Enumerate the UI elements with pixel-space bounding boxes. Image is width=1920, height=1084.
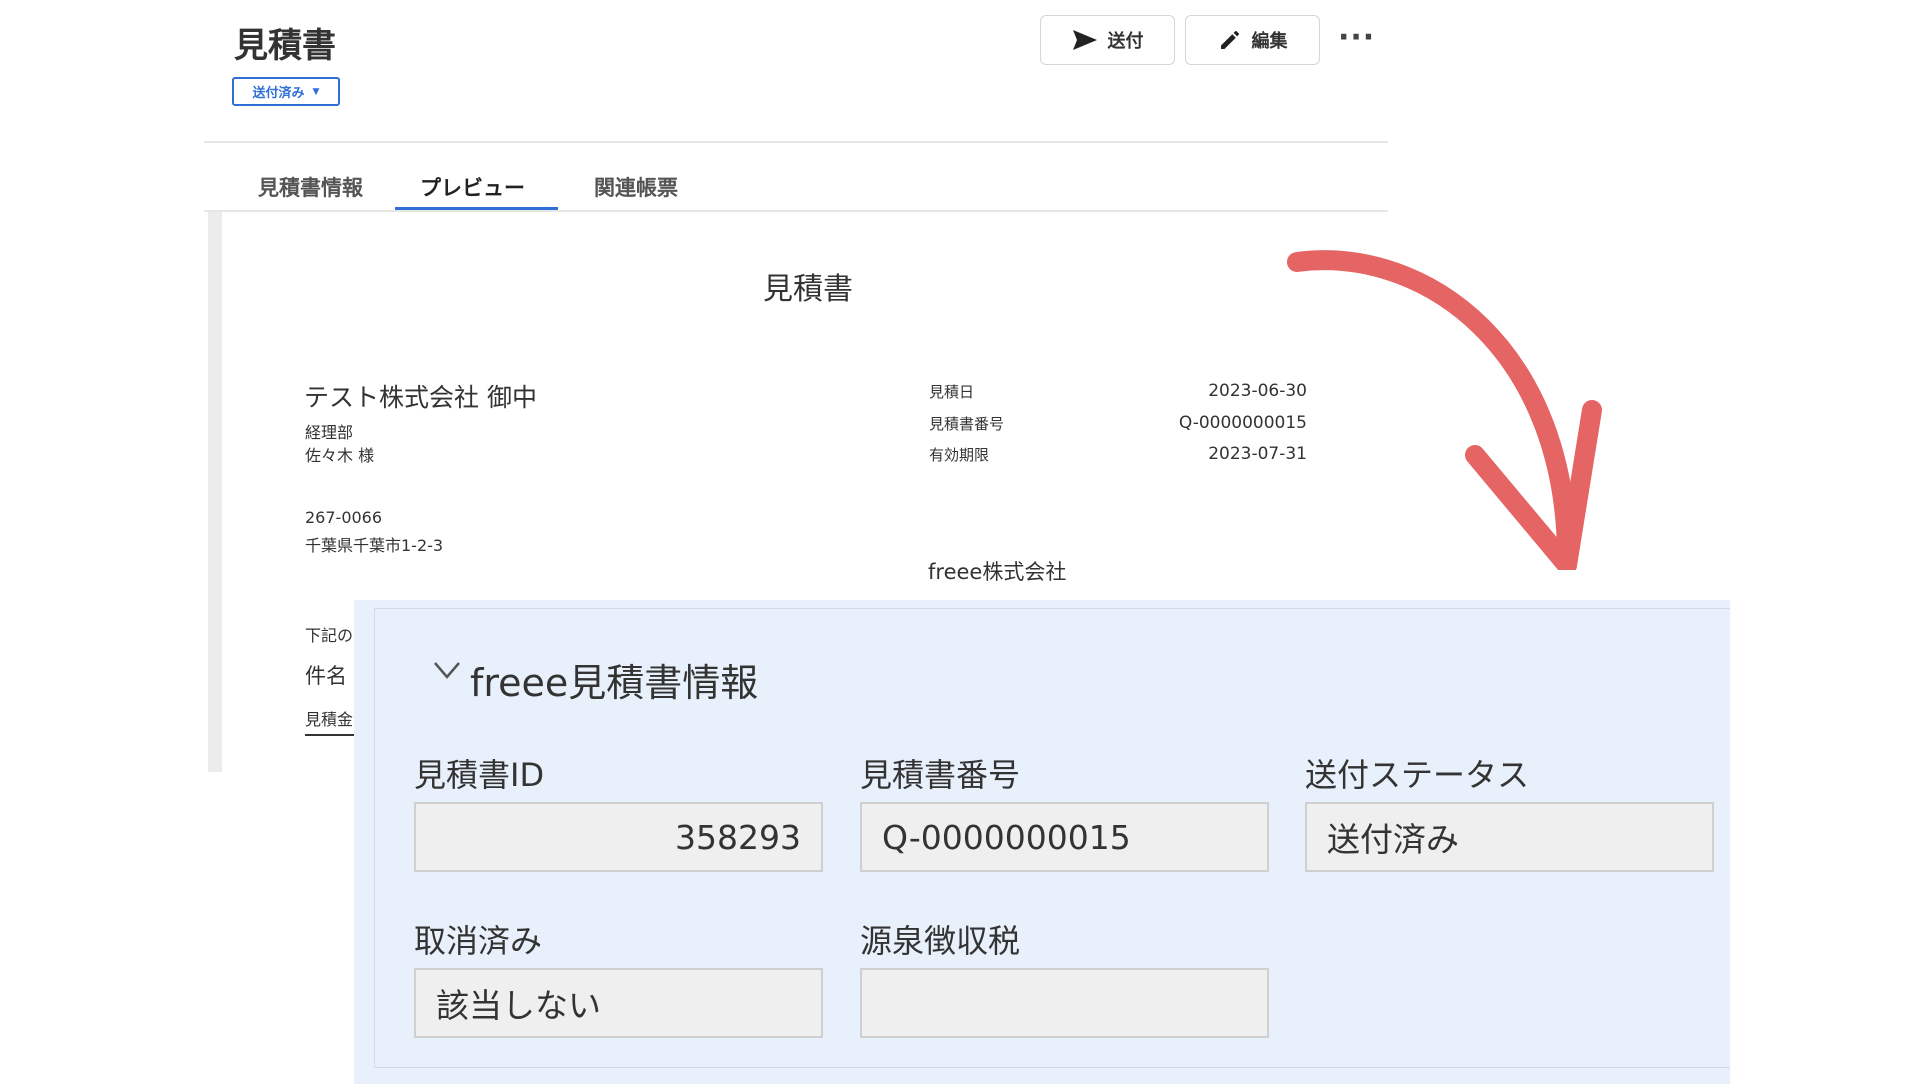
tab-estimate-info[interactable]: 見積書情報 — [258, 172, 363, 202]
client-department: 経理部 — [305, 423, 354, 442]
send-button[interactable]: 送付 — [1040, 15, 1175, 65]
meta-label-expiry-date: 有効期限 — [929, 446, 990, 464]
caret-down-icon: ▼ — [312, 86, 320, 97]
status-dropdown-label: 送付済み — [252, 86, 305, 101]
meta-label-estimate-date: 見積日 — [929, 383, 975, 401]
client-name: テスト株式会社 御中 — [304, 383, 537, 412]
field-label-estimate-id: 見積書ID — [414, 756, 545, 794]
field-label-withholding-tax: 源泉徴収税 — [860, 922, 1021, 960]
client-address: 千葉県千葉市1-2-3 — [305, 536, 444, 555]
send-icon — [1072, 30, 1097, 50]
field-send-status[interactable]: 送付済み — [1305, 802, 1714, 872]
edit-button[interactable]: 編集 — [1185, 15, 1320, 65]
preview-scroll-rail — [208, 212, 222, 772]
field-label-cancelled: 取消済み — [414, 922, 543, 960]
document-title: 見積書 — [763, 272, 853, 307]
document-subject-label: 件名 — [305, 664, 347, 688]
tabs-divider — [204, 210, 1388, 212]
document-text-fragment: 下記の — [305, 626, 354, 645]
status-dropdown[interactable]: 送付済み ▼ — [232, 77, 340, 106]
field-estimate-number[interactable]: Q-0000000015 — [860, 802, 1269, 872]
chevron-down-icon[interactable] — [432, 658, 462, 682]
panel-title[interactable]: freee見積書情報 — [470, 652, 758, 707]
page-title: 見積書 — [234, 26, 336, 66]
field-value-cancelled: 該当しない — [436, 986, 601, 1025]
field-estimate-id[interactable]: 358293 — [414, 802, 823, 872]
meta-label-estimate-number: 見積書番号 — [929, 415, 1005, 433]
client-postal-code: 267-0066 — [305, 508, 383, 527]
edit-button-label: 編集 — [1251, 31, 1288, 52]
more-options-icon[interactable]: ··· — [1338, 20, 1375, 55]
header-divider — [204, 141, 1388, 143]
field-label-estimate-number: 見積書番号 — [860, 756, 1021, 794]
field-value-estimate-id: 358293 — [675, 817, 801, 857]
tab-related-documents[interactable]: 関連帳票 — [594, 172, 678, 202]
field-withholding-tax[interactable] — [860, 968, 1269, 1038]
document-amount-label: 見積金 — [305, 710, 354, 729]
document-underline — [305, 734, 357, 736]
field-label-send-status: 送付ステータス — [1305, 756, 1530, 794]
tab-preview[interactable]: プレビュー — [420, 172, 525, 202]
client-person: 佐々木 様 — [305, 446, 375, 465]
curved-arrow-icon — [1287, 250, 1602, 570]
field-value-send-status: 送付済み — [1327, 820, 1459, 859]
send-button-label: 送付 — [1107, 31, 1144, 52]
field-value-estimate-number: Q-0000000015 — [882, 817, 1131, 857]
issuer-name: freee株式会社 — [928, 560, 1067, 584]
pencil-icon — [1220, 31, 1239, 49]
field-cancelled[interactable]: 該当しない — [414, 968, 823, 1038]
